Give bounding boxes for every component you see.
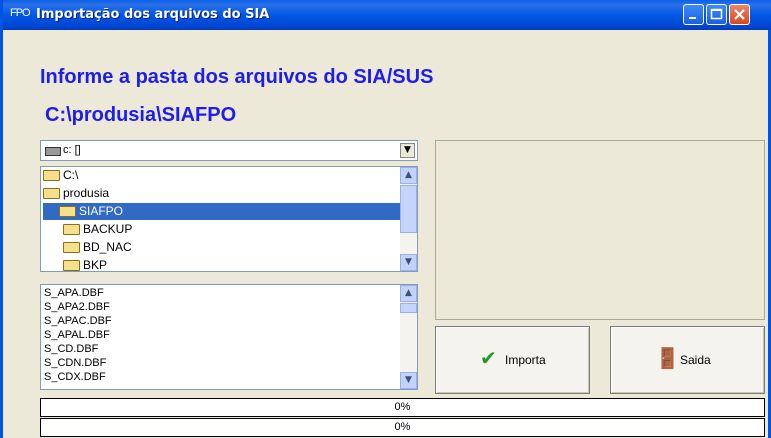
- scroll-thumb[interactable]: [400, 185, 417, 233]
- selected-path: C:\produsia\SIAFPO: [45, 104, 237, 126]
- drive-icon: [45, 147, 61, 156]
- import-button[interactable]: ✔ Importa: [435, 326, 590, 394]
- list-item[interactable]: S_APAL.DBF: [44, 328, 110, 342]
- scroll-up-icon[interactable]: ▲: [400, 285, 417, 302]
- maximize-button[interactable]: [706, 4, 727, 25]
- folder-item-bd-nac[interactable]: BD_NAC: [63, 239, 132, 256]
- app-icon: FPO: [10, 7, 31, 19]
- folder-item-bkp[interactable]: BKP: [63, 257, 108, 272]
- list-item[interactable]: S_CD.DBF: [44, 342, 98, 356]
- import-window: FPO Importação dos arquivos do SIA Infor…: [0, 0, 771, 438]
- list-item[interactable]: S_APA.DBF: [44, 286, 104, 300]
- preview-panel: [435, 140, 765, 320]
- scroll-down-icon[interactable]: ▼: [400, 254, 417, 271]
- title-bar[interactable]: FPO Importação dos arquivos do SIA: [3, 0, 771, 30]
- scroll-thumb[interactable]: [400, 303, 417, 313]
- folder-item-backup[interactable]: BACKUP: [63, 221, 132, 238]
- list-item[interactable]: S_APA2.DBF: [44, 300, 110, 314]
- file-scrollbar[interactable]: ▲ ▼: [400, 285, 417, 389]
- drive-select-value: c: []: [63, 144, 81, 156]
- folder-label: produsia: [63, 186, 110, 200]
- folder-icon: [63, 260, 80, 271]
- open-folder-icon: [43, 170, 60, 182]
- open-folder-icon: [59, 206, 76, 218]
- file-list[interactable]: S_APA.DBF S_APA2.DBF S_APAC.DBF S_APAL.D…: [40, 284, 418, 390]
- exit-button[interactable]: 🚪 Saida: [610, 326, 765, 394]
- folder-label: BACKUP: [83, 222, 133, 236]
- open-folder-icon: [43, 188, 60, 200]
- window-title: Importação dos arquivos do SIA: [36, 7, 270, 22]
- folder-icon: [63, 224, 80, 236]
- folder-item-siafpo[interactable]: SIAFPO: [43, 203, 400, 220]
- list-item[interactable]: S_APAC.DBF: [44, 314, 112, 328]
- scroll-down-icon[interactable]: ▼: [400, 372, 417, 389]
- folder-list[interactable]: C:\ produsia SIAFPO BACKUP BD_NAC BKP ▲ …: [40, 166, 418, 272]
- folder-item-produsia[interactable]: produsia: [43, 185, 109, 202]
- folder-icon: [63, 242, 80, 254]
- folder-label: SIAFPO: [79, 204, 124, 218]
- list-item[interactable]: S_CDN.DBF: [44, 356, 106, 370]
- folder-scrollbar[interactable]: ▲ ▼: [400, 167, 417, 271]
- import-button-label: Importa: [505, 353, 546, 367]
- minimize-icon: [689, 17, 696, 19]
- close-button[interactable]: [729, 4, 750, 25]
- drive-select[interactable]: c: [] ▼: [40, 140, 418, 161]
- maximize-icon: [710, 8, 723, 20]
- close-icon: [734, 9, 745, 20]
- folder-label: BKP: [83, 258, 108, 272]
- folder-label: BD_NAC: [83, 240, 132, 254]
- chevron-down-icon[interactable]: ▼: [400, 143, 415, 158]
- minimize-button[interactable]: [683, 4, 704, 25]
- door-exit-icon: 🚪: [655, 348, 680, 370]
- folder-item-root[interactable]: C:\: [43, 167, 78, 184]
- progress-label: 0%: [394, 421, 411, 433]
- list-item[interactable]: S_CDX.DBF: [44, 370, 106, 384]
- progress-label: 0%: [394, 401, 411, 413]
- scroll-up-icon[interactable]: ▲: [400, 167, 417, 184]
- checkmark-icon: ✔: [480, 348, 497, 370]
- page-title: Informe a pasta dos arquivos do SIA/SUS: [40, 66, 434, 88]
- progress-bar-1: 0%: [40, 398, 765, 417]
- folder-label: C:\: [63, 168, 79, 182]
- progress-bar-2: 0%: [40, 418, 765, 437]
- exit-button-label: Saida: [680, 353, 711, 367]
